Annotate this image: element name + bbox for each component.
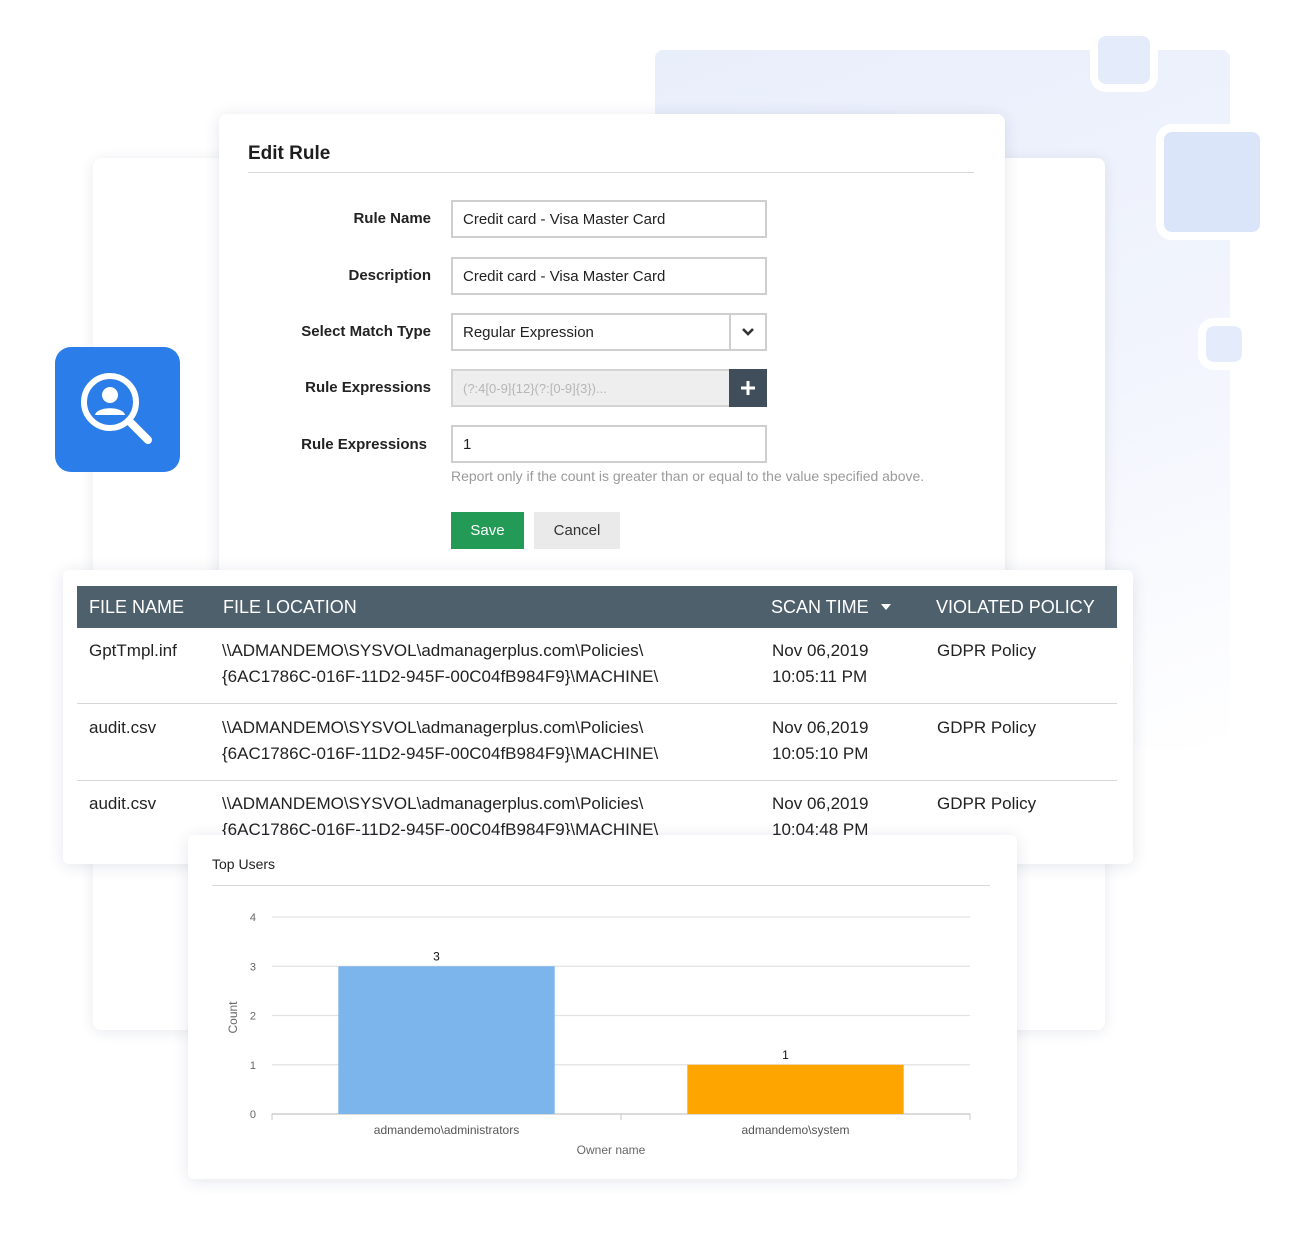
- table-header: FILE NAME FILE LOCATION SCAN TIME VIOLAT…: [77, 586, 1117, 628]
- chevron-down-icon[interactable]: [729, 313, 767, 351]
- column-header-file-location[interactable]: FILE LOCATION: [223, 586, 357, 628]
- scan-time: 10:05:10 PM: [772, 744, 869, 763]
- table-row[interactable]: GptTmpl.inf \\ADMANDEMO\SYSVOL\admanager…: [77, 628, 1117, 704]
- column-header-violated-policy[interactable]: VIOLATED POLICY: [936, 586, 1095, 628]
- location-line: \\ADMANDEMO\SYSVOL\admanagerplus.com\Pol…: [222, 794, 644, 813]
- description-input[interactable]: Credit card - Visa Master Card: [451, 257, 767, 295]
- data-label: 3: [433, 949, 440, 963]
- decorative-square: [1090, 28, 1158, 92]
- y-tick-label: 4: [250, 912, 256, 924]
- plus-icon[interactable]: [729, 369, 767, 407]
- rule-expressions-input[interactable]: (?:4[0-9]{12}(?:[0-9]{3})...: [451, 369, 767, 407]
- description-label: Description: [348, 267, 431, 284]
- cell-scan-time: Nov 06,2019 10:05:10 PM: [772, 715, 868, 767]
- match-type-label: Select Match Type: [301, 323, 431, 340]
- y-tick-label: 3: [250, 961, 256, 973]
- rule-name-label: Rule Name: [353, 210, 431, 227]
- cancel-button[interactable]: Cancel: [534, 512, 620, 549]
- bar: [338, 966, 555, 1114]
- cell-file-name: GptTmpl.inf: [89, 641, 177, 660]
- location-line: {6AC1786C-016F-11D2-945F-00C04fB984F9}\M…: [222, 667, 659, 686]
- match-type-value: Regular Expression: [463, 323, 594, 341]
- save-button[interactable]: Save: [451, 512, 524, 549]
- decorative-square: [1156, 124, 1268, 240]
- cell-file-name: audit.csv: [89, 718, 157, 737]
- cell-violated-policy: GDPR Policy: [937, 718, 1037, 737]
- decorative-square: [1198, 318, 1250, 370]
- cell-scan-time: Nov 06,2019 10:05:11 PM: [772, 638, 868, 690]
- cell-file-location: \\ADMANDEMO\SYSVOL\admanagerplus.com\Pol…: [222, 638, 658, 690]
- scan-date: Nov 06,2019: [772, 794, 869, 813]
- rule-count-input[interactable]: 1: [451, 425, 767, 463]
- dialog-title: Edit Rule: [248, 143, 331, 164]
- y-tick-label: 0: [250, 1109, 256, 1121]
- y-tick-label: 1: [250, 1060, 256, 1072]
- cell-violated-policy: GDPR Policy: [937, 641, 1037, 660]
- column-header-scan-time[interactable]: SCAN TIME: [771, 586, 891, 628]
- scan-time: 10:05:11 PM: [772, 667, 868, 686]
- rule-count-label: Rule Expressions: [301, 436, 427, 453]
- edit-rule-dialog: Edit Rule Rule Name Credit card - Visa M…: [219, 114, 1005, 584]
- cell-file-location: \\ADMANDEMO\SYSVOL\admanagerplus.com\Pol…: [222, 715, 658, 767]
- sort-desc-icon: [880, 604, 891, 610]
- location-line: \\ADMANDEMO\SYSVOL\admanagerplus.com\Pol…: [222, 718, 644, 737]
- column-header-file-name[interactable]: FILE NAME: [89, 586, 184, 628]
- x-tick-label: admandemo\system: [741, 1123, 849, 1137]
- top-users-chart-card: Top Users 0 1 2 3 4 3 admandemo\administrators…: [188, 835, 1017, 1179]
- x-axis-title: Owner name: [577, 1143, 646, 1157]
- data-label: 1: [782, 1048, 789, 1062]
- bar: [687, 1064, 904, 1114]
- cell-violated-policy: GDPR Policy: [937, 794, 1037, 813]
- hint-text: Report only if the count is greater than…: [451, 468, 925, 484]
- search-user-icon: [55, 347, 180, 472]
- location-line: {6AC1786C-016F-11D2-945F-00C04fB984F9}\M…: [222, 744, 659, 763]
- divider: [248, 172, 974, 173]
- cell-file-name: audit.csv: [89, 794, 157, 813]
- location-line: \\ADMANDEMO\SYSVOL\admanagerplus.com\Pol…: [222, 641, 644, 660]
- rule-name-input[interactable]: Credit card - Visa Master Card: [451, 200, 767, 238]
- scan-results-table: FILE NAME FILE LOCATION SCAN TIME VIOLAT…: [63, 570, 1133, 864]
- table-row[interactable]: audit.csv \\ADMANDEMO\SYSVOL\admanagerpl…: [77, 705, 1117, 781]
- rule-expressions-label: Rule Expressions: [305, 379, 431, 396]
- y-tick-label: 2: [250, 1011, 256, 1023]
- scan-time-label: SCAN TIME: [771, 596, 869, 617]
- match-type-select[interactable]: Regular Expression: [451, 313, 767, 351]
- scan-date: Nov 06,2019: [772, 641, 869, 660]
- y-axis-title: Count: [226, 1001, 240, 1034]
- scan-date: Nov 06,2019: [772, 718, 869, 737]
- top-users-bar-chart: 0 1 2 3 4 3 admandemo\administrators 1 admandemo…: [226, 912, 971, 1157]
- x-tick-label: admandemo\administrators: [374, 1123, 519, 1137]
